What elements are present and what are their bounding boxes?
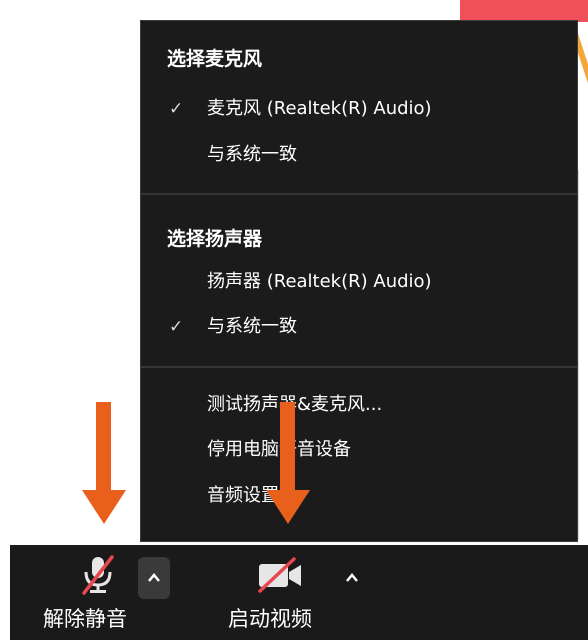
menu-item-label: 与系统一致: [207, 144, 297, 165]
speaker-option-system[interactable]: ✓ 与系统一致: [141, 309, 577, 345]
test-speaker-mic-item[interactable]: 测试扬声器&麦克风...: [141, 387, 577, 423]
arrow-down-annotation: [82, 402, 126, 524]
speaker-option-realtek[interactable]: 扬声器 (Realtek(R) Audio): [141, 264, 577, 300]
audio-options-toggle[interactable]: [138, 557, 170, 599]
start-video-label: 启动视频: [228, 607, 312, 631]
menu-item-label: 与系统一致: [207, 316, 297, 337]
mic-option-system[interactable]: 与系统一致: [141, 137, 577, 173]
start-video-button[interactable]: 启动视频: [220, 545, 340, 640]
speaker-section-heading: 选择扬声器: [167, 228, 263, 250]
arrow-down-annotation: [266, 402, 310, 524]
video-options-toggle[interactable]: [336, 557, 368, 599]
unmute-label: 解除静音: [43, 607, 127, 631]
background-panel: [578, 170, 588, 540]
chevron-up-icon: [346, 573, 358, 582]
meeting-toolbar: 解除静音 启动视频: [10, 545, 588, 640]
audio-options-menu: 选择麦克风 ✓ 麦克风 (Realtek(R) Audio) 与系统一致 选择扬…: [140, 20, 578, 542]
menu-item-label: 扬声器 (Realtek(R) Audio): [207, 271, 432, 292]
background-banner: [460, 0, 588, 22]
microphone-muted-icon: [82, 555, 114, 595]
mic-section-heading: 选择麦克风: [167, 48, 263, 70]
menu-divider: [141, 366, 577, 368]
menu-divider: [141, 193, 577, 195]
mic-option-realtek[interactable]: ✓ 麦克风 (Realtek(R) Audio): [141, 91, 577, 127]
menu-item-label: 麦克风 (Realtek(R) Audio): [207, 98, 432, 119]
disable-computer-audio-item[interactable]: 停用电脑语音设备: [141, 432, 577, 468]
chevron-up-icon: [148, 573, 160, 582]
audio-settings-item[interactable]: 音频设置...: [141, 478, 577, 514]
check-icon: ✓: [169, 99, 184, 119]
video-camera-off-icon: [258, 557, 301, 593]
check-icon: ✓: [169, 317, 184, 337]
